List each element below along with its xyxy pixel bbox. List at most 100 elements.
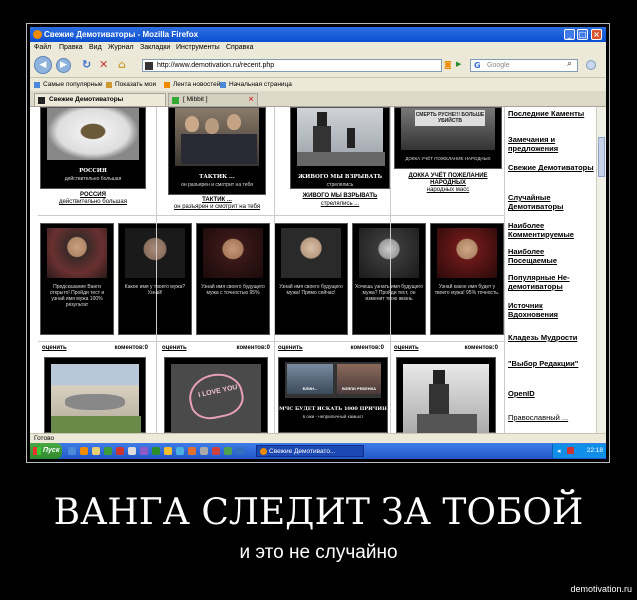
bookmark-show-mine[interactable]: Показать мои [115,81,156,88]
demotivator-card[interactable]: РОССИЯ действительно большая РОССИЯ дейс… [40,107,146,213]
vanga-ad[interactable]: Узнай имя своего будущего мужа! Прямо се… [274,223,348,335]
taskbar-firefox-item[interactable]: Свежие Демотивато... [256,445,364,457]
menu-file[interactable]: Файл [34,44,51,51]
vanga-ad[interactable]: Предсказание Ванги открыто! Пройди тест … [40,223,114,335]
sidebar-suggestions[interactable]: Замечания и предложения [508,135,594,153]
demotivator-caption[interactable]: ЖИВОГО МЫ ВЗРЫВАТЬ [288,193,392,200]
sidebar-fresh[interactable]: Свежие Демотиваторы [508,163,594,172]
quicklaunch-icon[interactable] [236,447,244,455]
sidebar-editors-choice[interactable]: "Выбор Редакции" [508,359,594,368]
quicklaunch-icon[interactable] [224,447,232,455]
forward-button[interactable]: ▶ [56,58,71,73]
demotivator-caption-sub[interactable]: народных масс [394,187,502,194]
quicklaunch-icon[interactable] [68,447,76,455]
maximize-button[interactable]: □ [577,29,588,40]
menu-tools[interactable]: Инструменты [176,44,220,51]
home-icon[interactable]: ⌂ [118,58,126,71]
rating-bar: оценить коментов:0 [394,345,498,353]
demotivator-image[interactable]: БЛИН... ВЗЯЛИ РЕБЕНКА МЧС БУДЕТ ИСКАТЬ 1… [278,357,388,433]
status-text: Готово [34,435,55,442]
sidebar-popular-non-demotivators[interactable]: Популярные Не-демотиваторы [508,273,594,291]
sidebar-most-visited[interactable]: Наиболее Посещаемые [508,247,594,265]
rating-bar: оценить коментов:0 [278,345,384,353]
sidebar-openid[interactable]: OpenID [508,389,594,398]
close-button[interactable]: × [591,29,602,40]
close-tab-icon[interactable]: × [248,95,254,103]
rate-link[interactable]: оценить [394,345,419,351]
rate-link[interactable]: оценить [162,345,187,351]
demotivator-caption[interactable]: МЧС БУДЕТ ИСКАТЬ 1000 [278,425,388,432]
go-icon[interactable]: ▶ [456,60,461,68]
sidebar-latest-comments[interactable]: Последние Каменты [508,109,594,118]
photo: I LOVE YOU [171,364,261,434]
demotivator-image[interactable] [44,357,146,434]
address-bar[interactable]: http://www.demotivation.ru/recent.php [142,59,442,72]
sidebar-random[interactable]: Случайные Демотиваторы [508,193,594,211]
vertical-scrollbar[interactable] [596,107,606,433]
quicklaunch-icon[interactable] [104,447,112,455]
demotivator-image[interactable]: СМЕРТЬ РУСНЕ!!! БОЛЬШЕ УБИЙСТВ ДОККА УЧЁ… [394,107,502,169]
sidebar-orthodox[interactable]: Православный ... [508,413,594,422]
rate-link[interactable]: оценить [278,345,303,351]
demotivator-card[interactable]: ЖИВОГО МЫ ВЗРЫВАТЬ стрелялись ЖИВОГО МЫ … [288,107,392,213]
demotivator-card[interactable]: ТАКТИК ... он разъярен и смотрит на тебя… [162,107,272,213]
menu-bookmarks[interactable]: Закладки [140,44,170,51]
sidebar-inspiration[interactable]: Источник Вдохновения [508,301,594,319]
divider [38,341,504,342]
quicklaunch-icon[interactable] [128,447,136,455]
search-icon[interactable]: ⌕ [567,59,572,69]
vanga-ad[interactable]: Узнай имя своего будущего мужа с точност… [196,223,270,335]
stop-icon[interactable]: ✕ [99,58,108,71]
demotivator-caption-sub[interactable]: стрелялись ... [288,201,392,208]
demotivator-card[interactable]: СМЕРТЬ РУСНЕ!!! БОЛЬШЕ УБИЙСТВ ДОККА УЧЁ… [394,107,502,213]
quicklaunch-icon[interactable] [164,447,172,455]
rate-link[interactable]: оценить [42,345,67,351]
vanga-ad[interactable]: Узнай какое имя будет у твоего мужа! 95%… [430,223,504,335]
demotivator-image[interactable]: ТАКТИК ... он разъярен и смотрит на тебя [168,107,266,195]
demotivator-image[interactable]: ЖИВОГО МЫ ВЗРЫВАТЬ стрелялись [290,107,390,189]
demotivator-caption[interactable]: РОССИЯ [40,192,146,199]
system-tray: ◂ 22:18 [552,444,606,458]
quicklaunch-icon[interactable] [200,447,208,455]
addon-icon[interactable] [586,60,596,70]
sidebar-most-commented[interactable]: Наиболее Комментируемые [508,221,594,239]
quicklaunch-icon[interactable] [188,447,196,455]
tab-fresh-demotivators[interactable]: Свежие Демотиваторы [34,93,166,106]
demotivator-image[interactable]: РОССИЯ действительно большая [40,107,146,189]
rss-icon[interactable]: ◙ [444,60,452,69]
vanga-ad[interactable]: Хочешь узнать имя будущего мужа? Пройди … [352,223,426,335]
demotivator-caption-sub[interactable]: он разъярен и смотрит на тебя [162,204,272,211]
demotivator-caption[interactable]: ДОККА УЧЁТ ПОЖЕЛАНИЕ НАРОДНЫХ [394,173,502,187]
photo [47,108,139,160]
menu-history[interactable]: Журнал [108,44,134,51]
vanga-ad[interactable]: Какое имя у твоего мужа? Узнай! [118,223,192,335]
demotivator-image[interactable] [396,357,496,434]
demotivator-image[interactable]: I LOVE YOU [164,357,268,434]
demotivator-caption-sub[interactable]: действительно большая [40,199,146,206]
sidebar-wisdom[interactable]: Кладезь Мудрости [508,333,594,342]
bookmark-news-feed[interactable]: Лента новостей [173,81,220,88]
quicklaunch-icon[interactable] [212,447,220,455]
quicklaunch-icon[interactable] [140,447,148,455]
menu-edit[interactable]: Правка [59,44,83,51]
bookmark-home-page[interactable]: Начальная страница [229,81,292,88]
minimize-button[interactable]: _ [564,29,575,40]
quicklaunch-icon[interactable] [80,447,88,455]
demotivator-caption[interactable]: ТАКТИК ... [162,197,272,204]
menu-help[interactable]: Справка [226,44,253,51]
back-button[interactable]: ◀ [34,56,52,74]
menu-view[interactable]: Вид [89,44,102,51]
reload-icon[interactable]: ↻ [82,58,91,71]
tab-mibbit[interactable]: [ Mibbit ] × [168,93,258,106]
tray-icon[interactable] [567,447,574,454]
quicklaunch-icon[interactable] [176,447,184,455]
search-box[interactable]: G Google [470,59,578,72]
demotivator-title: ЖИВОГО МЫ ВЗРЫВАТЬ [297,174,383,180]
start-button[interactable]: Пуск [30,443,62,459]
quicklaunch-icon[interactable] [116,447,124,455]
scrollbar-thumb[interactable] [598,137,605,177]
quicklaunch-icon[interactable] [152,447,160,455]
volume-icon[interactable]: ◂ [557,447,561,455]
quicklaunch-icon[interactable] [92,447,100,455]
bookmark-popular[interactable]: Самые популярные [43,81,103,88]
